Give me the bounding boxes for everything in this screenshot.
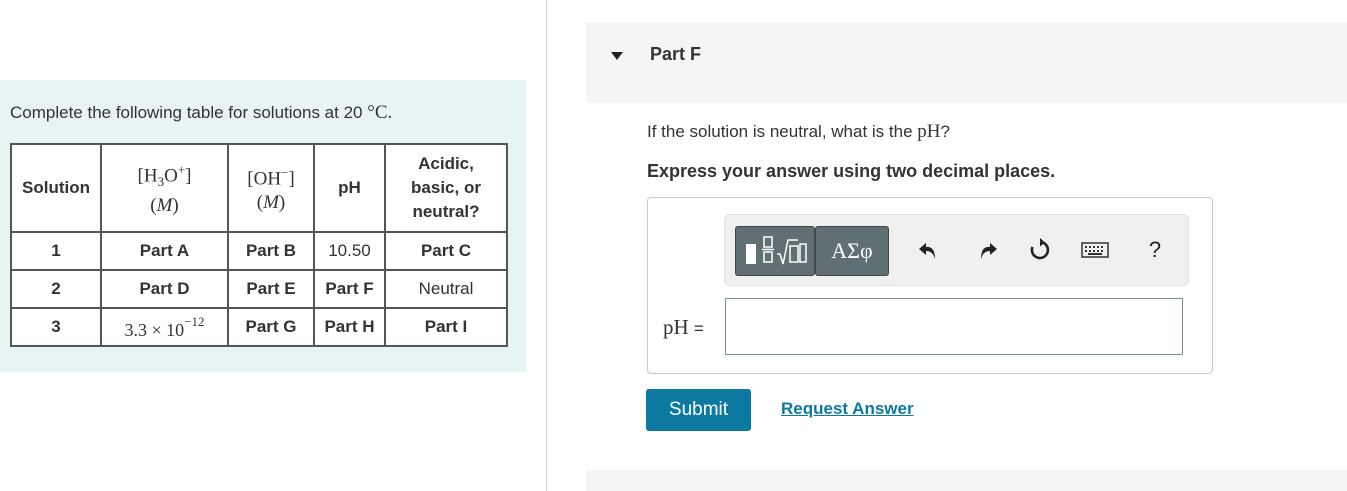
collapse-triangle-icon[interactable] bbox=[609, 48, 625, 64]
intro-temperature-unit: °C. bbox=[367, 102, 393, 123]
greek-symbols-button[interactable]: ΑΣφ bbox=[815, 226, 889, 276]
header-nature-line1: Acidic, bbox=[418, 154, 474, 173]
solutions-table: Solution [H3O+] (M) [OH−] (M) pH Acidic,… bbox=[10, 143, 508, 347]
cell-ph: Part F bbox=[313, 269, 386, 309]
table-row: 1 Part A Part B 10.50 Part C bbox=[10, 231, 508, 271]
answer-box: ΑΣφ ? pH = bbox=[647, 197, 1213, 374]
cell-h3o: 3.3 × 10−12 bbox=[100, 307, 229, 347]
cell-solution: 2 bbox=[10, 269, 102, 309]
intro-text: Complete the following table for solutio… bbox=[10, 103, 363, 122]
request-answer-link[interactable]: Request Answer bbox=[781, 399, 914, 419]
problem-panel: Complete the following table for solutio… bbox=[0, 80, 526, 372]
math-toolbar: ΑΣφ ? bbox=[724, 214, 1189, 286]
answer-label-equals: = bbox=[693, 319, 704, 338]
cell-ph: 10.50 bbox=[313, 231, 386, 271]
answer-instruction: Express your answer using two decimal pl… bbox=[647, 161, 1056, 181]
header-oh: [OH−] (M) bbox=[227, 143, 315, 233]
question-suffix: ? bbox=[940, 122, 950, 141]
submit-button[interactable]: Submit bbox=[646, 389, 751, 431]
cell-nature: Part C bbox=[384, 231, 508, 271]
cell-nature: Neutral bbox=[384, 269, 508, 309]
cell-h3o: Part A bbox=[100, 231, 229, 271]
header-h3o: [H3O+] (M) bbox=[100, 143, 229, 233]
problem-intro: Complete the following table for solutio… bbox=[10, 102, 392, 124]
cell-nature: Part I bbox=[384, 307, 508, 347]
cell-oh: Part B bbox=[227, 231, 315, 271]
cell-solution: 1 bbox=[10, 231, 102, 271]
help-icon[interactable]: ? bbox=[1140, 235, 1170, 265]
reset-icon[interactable] bbox=[1025, 235, 1055, 265]
answer-label-variable: pH bbox=[663, 315, 689, 339]
header-nature-line3: neutral? bbox=[412, 202, 480, 221]
header-solution: Solution bbox=[10, 143, 102, 233]
cell-oh: Part G bbox=[227, 307, 315, 347]
question-prefix: If the solution is neutral, what is the bbox=[647, 122, 913, 141]
header-h3o-unit: (M) bbox=[150, 195, 179, 217]
keyboard-icon[interactable] bbox=[1080, 235, 1110, 265]
cell-solution: 3 bbox=[10, 307, 102, 347]
header-oh-unit: (M) bbox=[256, 192, 286, 214]
table-header-row: Solution [H3O+] (M) [OH−] (M) pH Acidic,… bbox=[10, 143, 508, 233]
question-variable: pH bbox=[917, 121, 941, 142]
table-row: 3 3.3 × 10−12 Part G Part H Part I bbox=[10, 307, 508, 347]
next-part-header bbox=[586, 470, 1347, 491]
answer-label: pH = bbox=[663, 315, 704, 340]
question-text: If the solution is neutral, what is the … bbox=[647, 121, 950, 143]
templates-button[interactable] bbox=[735, 226, 815, 276]
h3o-mantissa: 3.3 × 10 bbox=[124, 319, 185, 340]
h3o-exponent: −12 bbox=[184, 313, 205, 329]
templates-icon bbox=[746, 236, 807, 265]
part-header[interactable]: Part F bbox=[586, 23, 1347, 103]
cell-ph: Part H bbox=[313, 307, 386, 347]
cell-oh: Part E bbox=[227, 269, 315, 309]
column-divider bbox=[546, 0, 547, 491]
redo-icon[interactable] bbox=[973, 235, 1003, 265]
part-title: Part F bbox=[650, 44, 702, 64]
cell-h3o: Part D bbox=[100, 269, 229, 309]
header-nature-line2: basic, or bbox=[411, 178, 481, 197]
header-nature: Acidic, basic, or neutral? bbox=[384, 143, 508, 233]
header-ph: pH bbox=[313, 143, 386, 233]
answer-input[interactable] bbox=[725, 298, 1183, 355]
undo-icon[interactable] bbox=[913, 235, 943, 265]
table-row: 2 Part D Part E Part F Neutral bbox=[10, 269, 508, 309]
